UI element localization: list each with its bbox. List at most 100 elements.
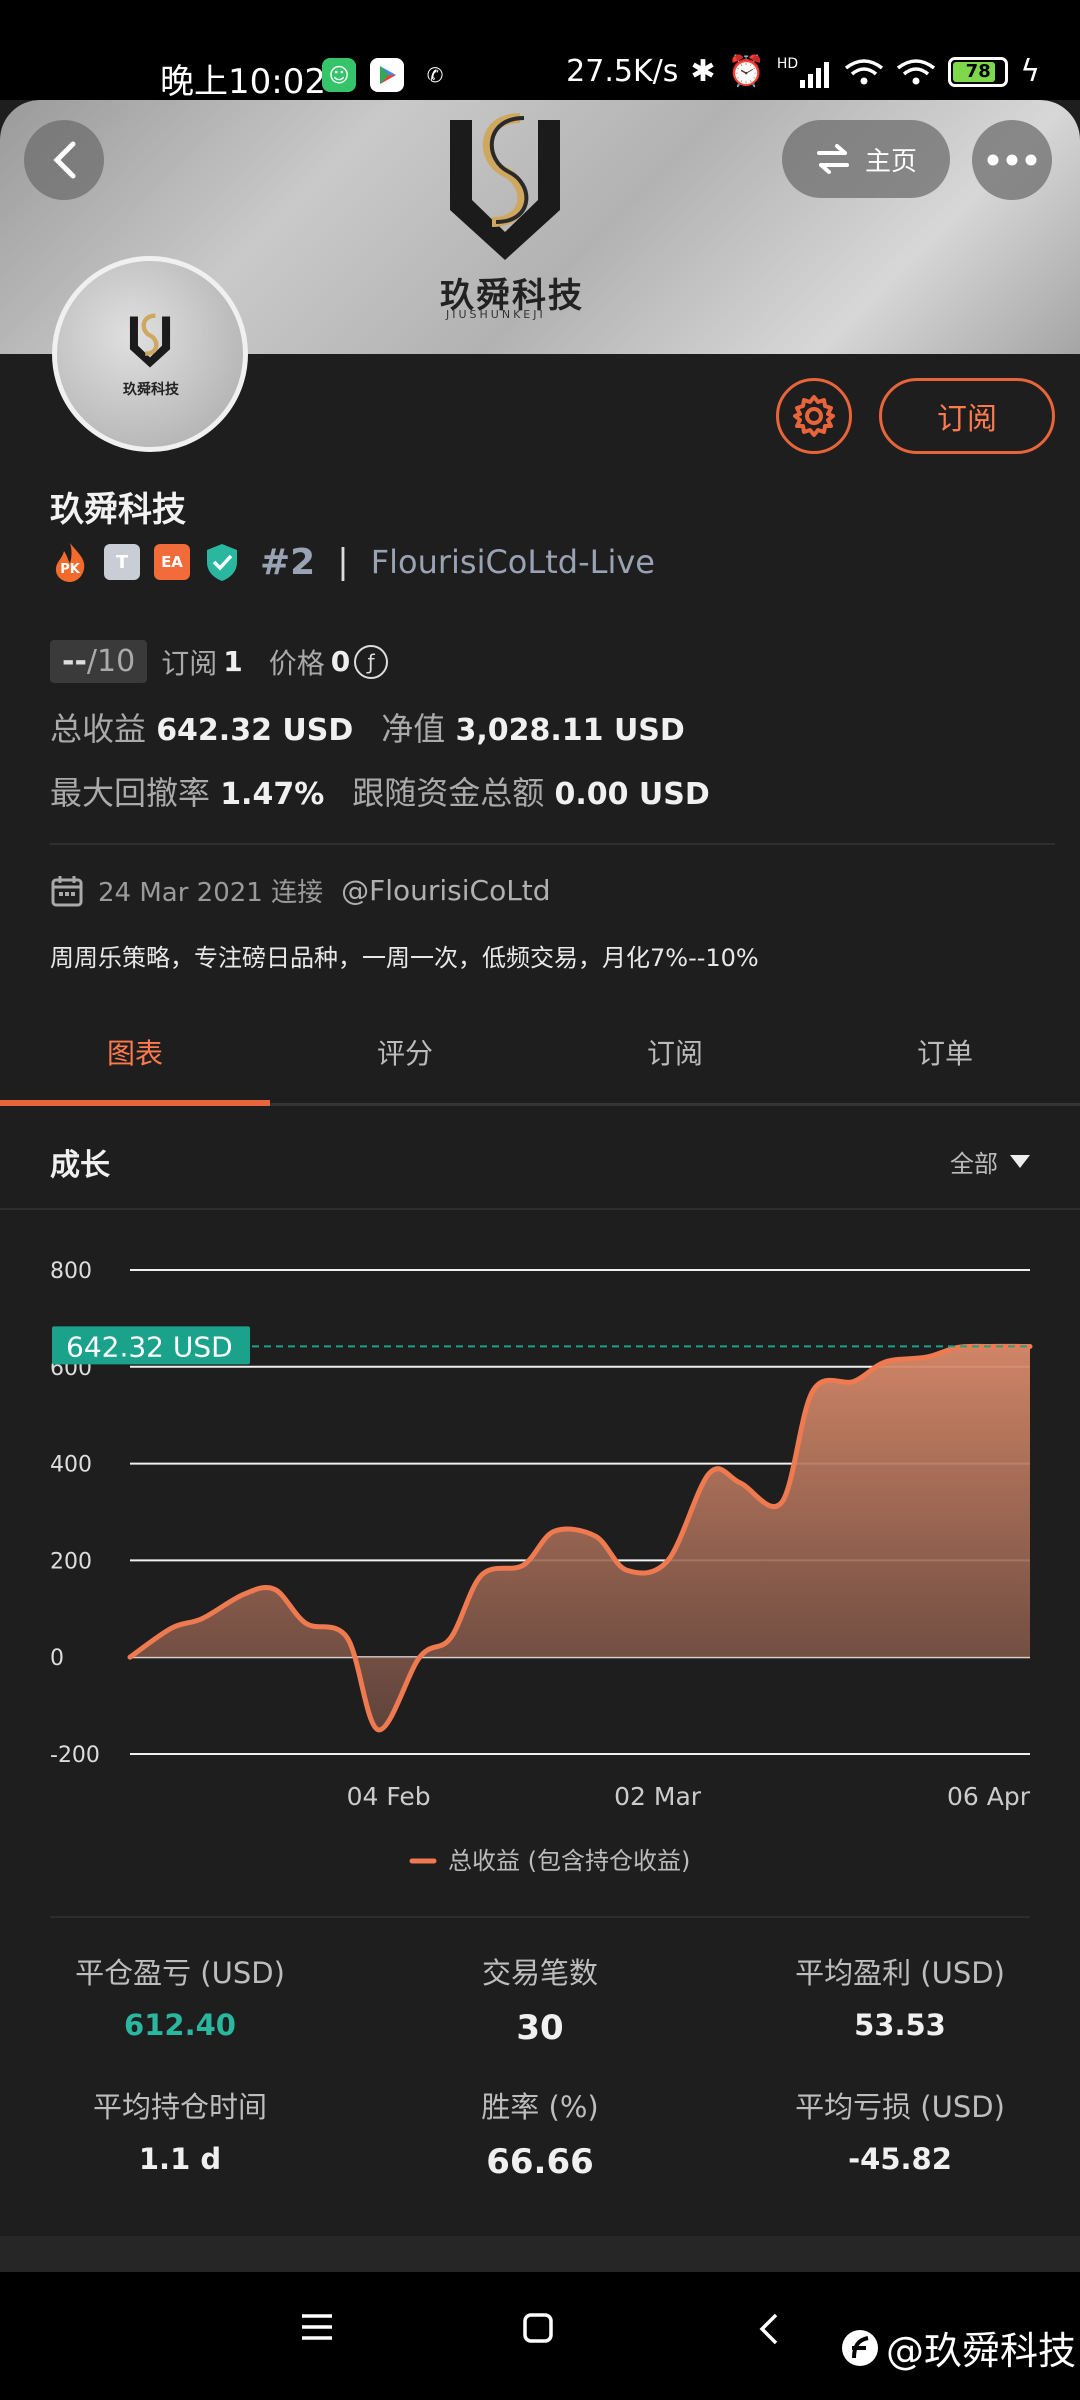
stat-cell: 平均盈利 (USD) 53.53 bbox=[720, 1950, 1080, 2042]
chart-legend[interactable]: 总收益 (包含持仓收益) bbox=[409, 1847, 690, 1872]
bluetooth-icon: ✱ bbox=[690, 54, 716, 89]
divider bbox=[50, 1916, 1030, 1918]
stat-cell: 胜率 (%) 66.66 bbox=[360, 2084, 720, 2182]
rank-separator: | bbox=[337, 542, 349, 582]
network-speed: 27.5K/s bbox=[566, 54, 679, 89]
home-button[interactable]: 主页 bbox=[782, 120, 950, 198]
legend-label: 总收益 (包含持仓收益) bbox=[448, 1847, 690, 1872]
back-button[interactable] bbox=[24, 120, 104, 200]
drawdown-row: 最大回撤率 1.47% 跟随资金总额 0.00 USD bbox=[50, 768, 710, 814]
avatar-brand-text: 玖舜科技 bbox=[123, 382, 179, 398]
x-tick-label: 06 Apr bbox=[947, 1782, 1031, 1811]
nav-back-icon[interactable] bbox=[758, 2312, 780, 2346]
gain-row: 总收益 642.32 USD 净值 3,028.11 USD bbox=[50, 704, 685, 750]
range-dropdown-value: 全部 bbox=[950, 1150, 998, 1178]
system-nav-bar: @玖舜科技 bbox=[0, 2272, 1080, 2400]
more-button[interactable] bbox=[972, 120, 1052, 200]
growth-title: 成长 bbox=[50, 1148, 110, 1183]
gear-icon bbox=[793, 395, 835, 437]
stat-label: 胜率 (%) bbox=[481, 2090, 599, 2124]
settings-button[interactable] bbox=[776, 378, 852, 454]
banner-brand-subtext: JIUSHUNKEJI bbox=[446, 308, 546, 321]
score-badge: --/10 bbox=[50, 640, 148, 683]
stat-cell: 交易笔数 30 bbox=[360, 1950, 720, 2048]
profile-name: 玖舜科技 bbox=[50, 490, 186, 530]
stat-label: 平均持仓时间 bbox=[92, 2090, 267, 2124]
x-tick-label: 04 Feb bbox=[347, 1782, 431, 1811]
growth-header: 成长 全部 bbox=[0, 1106, 1080, 1210]
menu-icon[interactable] bbox=[300, 2312, 334, 2342]
y-tick-label: -200 bbox=[50, 1743, 100, 1768]
y-tick-label: 0 bbox=[50, 1646, 64, 1671]
watermark-logo-icon bbox=[842, 2329, 878, 2366]
growth-area bbox=[130, 1346, 1030, 1730]
notification-icons: ☺ ✆ bbox=[322, 58, 452, 92]
tab-rating[interactable]: 评分 bbox=[270, 1000, 540, 1103]
divider bbox=[50, 843, 1055, 845]
verified-shield-icon bbox=[207, 544, 237, 581]
t-badge-icon: T bbox=[104, 544, 140, 580]
triangle-down-icon bbox=[1010, 1154, 1030, 1168]
stat-cell: 平仓盈亏 (USD) 612.40 bbox=[0, 1950, 360, 2042]
connected-date: 24 Mar 2021 连接 bbox=[98, 878, 324, 908]
home-button-label: 主页 bbox=[864, 146, 917, 177]
stat-value: 1.1 d bbox=[138, 2142, 222, 2176]
follow-funds: 跟随资金总额 0.00 USD bbox=[352, 774, 710, 812]
ea-badge-icon: EA bbox=[154, 544, 190, 580]
tab-subscriptions[interactable]: 订阅 bbox=[540, 1000, 810, 1103]
alarm-icon: ⏰ bbox=[727, 54, 765, 89]
tab-orders[interactable]: 订单 bbox=[810, 1000, 1080, 1103]
stat-value: 612.40 bbox=[124, 2008, 236, 2042]
stat-cell: 平均亏损 (USD) -45.82 bbox=[720, 2084, 1080, 2176]
meta-row: 24 Mar 2021 连接 @FlourisiCoLtd bbox=[50, 872, 551, 909]
wechat-notification-icon: ☺ bbox=[322, 58, 356, 92]
y-tick-label: 800 bbox=[50, 1259, 92, 1284]
status-time: 晚上10:02 bbox=[160, 62, 326, 102]
chevron-left-icon bbox=[53, 141, 76, 179]
avatar-logo-icon bbox=[129, 313, 171, 368]
currency-coin-icon: ƒ bbox=[354, 644, 389, 679]
status-right: 27.5K/s ✱ ⏰ HD 78 ϟ bbox=[566, 54, 1040, 89]
y-tick-label: 200 bbox=[50, 1549, 92, 1574]
subs-label: 订阅 bbox=[161, 646, 218, 680]
tab-bar: 图表 评分 订阅 订单 bbox=[0, 1000, 1080, 1106]
charging-icon: ϟ bbox=[1020, 54, 1040, 89]
wifi-call-icon: ✆ bbox=[426, 63, 444, 87]
profile-bio: 周周乐策略，专注磅日品种，一周一次，低频交易，月化7%--10% bbox=[50, 944, 759, 972]
stat-label: 平均盈利 (USD) bbox=[795, 1956, 1005, 1990]
x-tick-label: 02 Mar bbox=[614, 1782, 702, 1811]
more-dots-icon bbox=[987, 154, 1037, 166]
y-tick-label: 400 bbox=[50, 1453, 92, 1478]
pk-fire-badge-icon: PK bbox=[50, 541, 90, 583]
watermark: @玖舜科技 bbox=[840, 2320, 1076, 2375]
range-dropdown[interactable]: 全部 bbox=[950, 1144, 1030, 1179]
stat-cell: 平均持仓时间 1.1 d bbox=[0, 2084, 360, 2176]
bottom-strip bbox=[0, 2236, 1080, 2272]
stat-label: 平均亏损 (USD) bbox=[795, 2090, 1005, 2124]
total-gain: 总收益 642.32 USD bbox=[50, 710, 354, 748]
tab-chart[interactable]: 图表 bbox=[0, 1000, 270, 1106]
current-value-label: 642.32 USD bbox=[66, 1330, 233, 1363]
swap-icon bbox=[816, 144, 849, 174]
stat-value: 53.53 bbox=[854, 2008, 946, 2042]
stat-value: 66.66 bbox=[486, 2142, 594, 2182]
subs-value: 1 bbox=[223, 645, 243, 678]
price-label: 价格 bbox=[268, 646, 325, 680]
profile-handle-link[interactable]: @FlourisiCoLtd bbox=[341, 874, 550, 907]
play-store-icon bbox=[370, 58, 404, 92]
calendar-icon bbox=[51, 875, 83, 906]
stat-value: 30 bbox=[516, 2008, 564, 2048]
cell-signal-icon: HD bbox=[777, 56, 832, 88]
avatar[interactable]: 玖舜科技 bbox=[52, 256, 248, 452]
status-bar: 晚上10:02 ☺ ✆ 27.5K/s ✱ ⏰ HD 78 ϟ bbox=[0, 0, 1080, 102]
max-drawdown: 最大回撤率 1.47% bbox=[50, 774, 325, 812]
badge-row: PK T EA #2 | FlourisiCoLtd-Live bbox=[50, 538, 655, 586]
home-square-icon[interactable] bbox=[522, 2312, 554, 2344]
equity: 净值 3,028.11 USD bbox=[381, 710, 685, 748]
score-row: --/10 订阅 1 价格 0 ƒ bbox=[50, 640, 389, 683]
subscribe-button[interactable]: 订阅 bbox=[879, 378, 1055, 454]
account-name: FlourisiCoLtd-Live bbox=[370, 543, 655, 581]
stat-value: -45.82 bbox=[848, 2142, 952, 2176]
growth-chart[interactable]: 8006004002000-200 04 Feb 02 Mar 06 Apr 642… bbox=[0, 1212, 1080, 1872]
rank-label: #2 bbox=[260, 541, 316, 583]
